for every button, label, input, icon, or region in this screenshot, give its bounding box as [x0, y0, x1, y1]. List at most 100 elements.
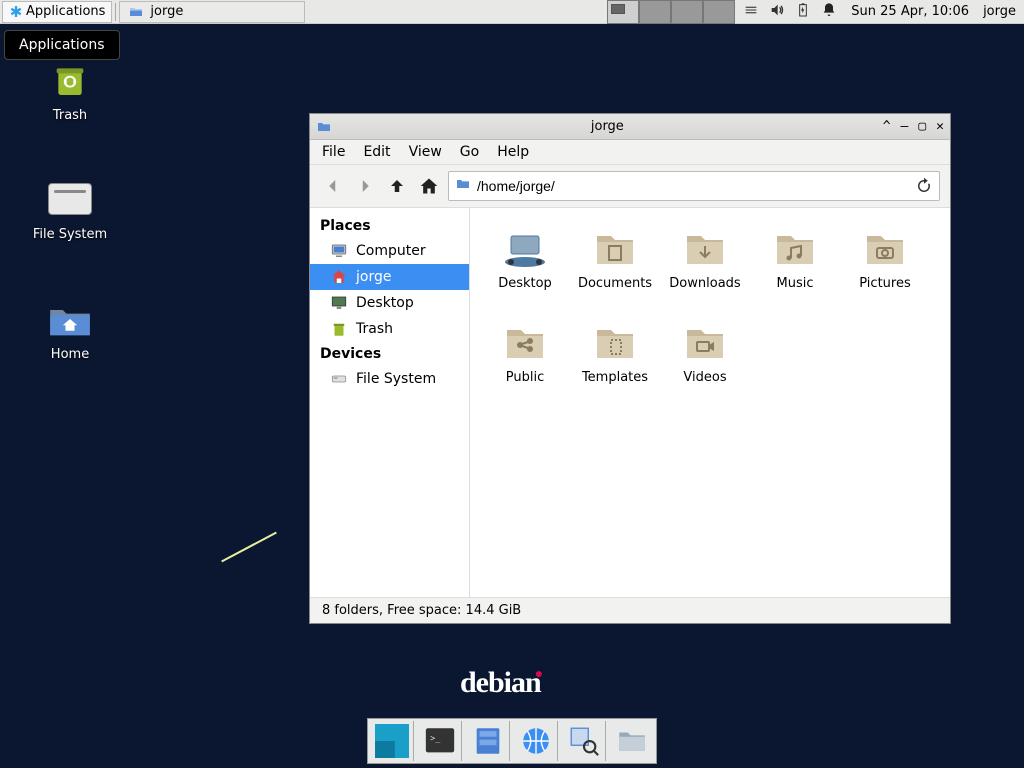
icon-view[interactable]: Desktop Documents Downloads Music Pictur…: [470, 208, 950, 597]
templates-folder-icon: [591, 318, 639, 366]
trash-icon: [46, 56, 94, 104]
sidebar-item-label: jorge: [356, 269, 391, 285]
dock-file-manager[interactable]: [466, 721, 510, 761]
folder-item-pictures[interactable]: Pictures: [840, 224, 930, 318]
menu-help[interactable]: Help: [497, 144, 529, 160]
sidebar: Places Computer jorge Desktop Trash Devi…: [310, 208, 470, 597]
music-folder-icon: [771, 224, 819, 272]
dock-web-browser[interactable]: [514, 721, 558, 761]
menu-view[interactable]: View: [409, 144, 442, 160]
menu-file[interactable]: File: [322, 144, 345, 160]
notification-bell-icon[interactable]: [821, 2, 837, 22]
user-menu[interactable]: jorge: [975, 4, 1024, 19]
desktop-icon-home[interactable]: Home: [10, 295, 130, 362]
nav-up-button[interactable]: [384, 173, 410, 199]
folder-item-music[interactable]: Music: [750, 224, 840, 318]
desktop-folder-icon: [501, 224, 549, 272]
folder-item-videos[interactable]: Videos: [660, 318, 750, 412]
statusbar: 8 folders, Free space: 14.4 GiB: [310, 597, 950, 623]
dock-terminal[interactable]: >_: [418, 721, 462, 761]
workspace-4[interactable]: [703, 0, 735, 24]
decorative-line: [221, 532, 277, 563]
documents-folder-icon: [591, 224, 639, 272]
network-icon[interactable]: [743, 2, 759, 22]
system-tray: [735, 2, 845, 22]
window-close-button[interactable]: ✕: [936, 119, 944, 134]
drive-icon: [46, 175, 94, 223]
nav-home-button[interactable]: [416, 173, 442, 199]
workspace-3[interactable]: [671, 0, 703, 24]
computer-icon: [330, 242, 348, 260]
folder-item-downloads[interactable]: Downloads: [660, 224, 750, 318]
folder-item-documents[interactable]: Documents: [570, 224, 660, 318]
menubar: File Edit View Go Help: [310, 140, 950, 165]
dock-app-finder[interactable]: [562, 721, 606, 761]
sidebar-item-desktop[interactable]: Desktop: [310, 290, 469, 316]
xfce-logo-icon: ✱: [9, 5, 23, 19]
window-maximize-button[interactable]: ▢: [918, 119, 926, 134]
folder-item-desktop[interactable]: Desktop: [480, 224, 570, 318]
location-input[interactable]: [477, 178, 909, 194]
downloads-folder-icon: [681, 224, 729, 272]
workspace-switcher[interactable]: [607, 0, 735, 24]
file-manager-window: jorge ^ — ▢ ✕ File Edit View Go Help Pla…: [309, 113, 951, 624]
folder-item-label: Pictures: [859, 276, 910, 291]
desktop-icon-home-label: Home: [51, 347, 89, 362]
taskbar-window-label: jorge: [150, 4, 183, 19]
desktop-icon-filesystem-label: File System: [33, 227, 107, 242]
folder-item-templates[interactable]: Templates: [570, 318, 660, 412]
location-bar[interactable]: [448, 171, 940, 201]
dock-folder[interactable]: [610, 721, 654, 761]
window-title: jorge: [338, 119, 877, 134]
menu-edit[interactable]: Edit: [363, 144, 390, 160]
clock[interactable]: Sun 25 Apr, 10:06: [845, 4, 975, 19]
applications-menu-button[interactable]: ✱ Applications: [2, 1, 112, 23]
pictures-folder-icon: [861, 224, 909, 272]
refresh-icon[interactable]: [915, 177, 933, 195]
sidebar-item-filesystem[interactable]: File System: [310, 366, 469, 392]
folder-item-label: Documents: [578, 276, 652, 291]
window-minimize-button[interactable]: —: [901, 119, 909, 134]
window-shade-button[interactable]: ^: [883, 119, 891, 134]
menu-go[interactable]: Go: [460, 144, 479, 160]
folder-item-label: Music: [777, 276, 814, 291]
sidebar-item-label: Trash: [356, 321, 393, 337]
trash-icon: [330, 320, 348, 338]
sidebar-places-header: Places: [310, 214, 469, 238]
sidebar-item-computer[interactable]: Computer: [310, 238, 469, 264]
home-folder-icon: [46, 295, 94, 343]
drive-icon: [330, 370, 348, 388]
taskbar-window-button[interactable]: jorge: [119, 1, 305, 23]
nav-forward-button[interactable]: [352, 173, 378, 199]
sidebar-item-jorge[interactable]: jorge: [310, 264, 469, 290]
bottom-dock: >_: [367, 718, 657, 764]
window-titlebar[interactable]: jorge ^ — ▢ ✕: [310, 114, 950, 140]
desktop-icon-trash-label: Trash: [53, 108, 87, 123]
nav-back-button[interactable]: [320, 173, 346, 199]
battery-icon[interactable]: [795, 2, 811, 22]
folder-item-label: Desktop: [498, 276, 552, 291]
volume-icon[interactable]: [769, 2, 785, 22]
sidebar-item-label: File System: [356, 371, 436, 387]
public-folder-icon: [501, 318, 549, 366]
panel-separator: [115, 3, 116, 21]
sidebar-devices-header: Devices: [310, 342, 469, 366]
videos-folder-icon: [681, 318, 729, 366]
desktop-icon-trash[interactable]: Trash: [10, 56, 130, 123]
dock-show-desktop[interactable]: [370, 721, 414, 761]
window-icon: [316, 119, 332, 135]
home-icon: [330, 268, 348, 286]
statusbar-text: 8 folders, Free space: 14.4 GiB: [322, 603, 521, 618]
folder-icon: [128, 4, 144, 20]
sidebar-item-trash[interactable]: Trash: [310, 316, 469, 342]
folder-item-label: Templates: [582, 370, 648, 385]
workspace-2[interactable]: [639, 0, 671, 24]
applications-menu-label: Applications: [26, 4, 105, 19]
sidebar-item-label: Computer: [356, 243, 426, 259]
folder-item-public[interactable]: Public: [480, 318, 570, 412]
desktop-icon-filesystem[interactable]: File System: [10, 175, 130, 242]
top-panel: ✱ Applications jorge Sun 25 Apr, 10:06 j…: [0, 0, 1024, 24]
workspace-1[interactable]: [607, 0, 639, 24]
debian-logo: debian●: [460, 666, 548, 700]
desktop-icon: [330, 294, 348, 312]
